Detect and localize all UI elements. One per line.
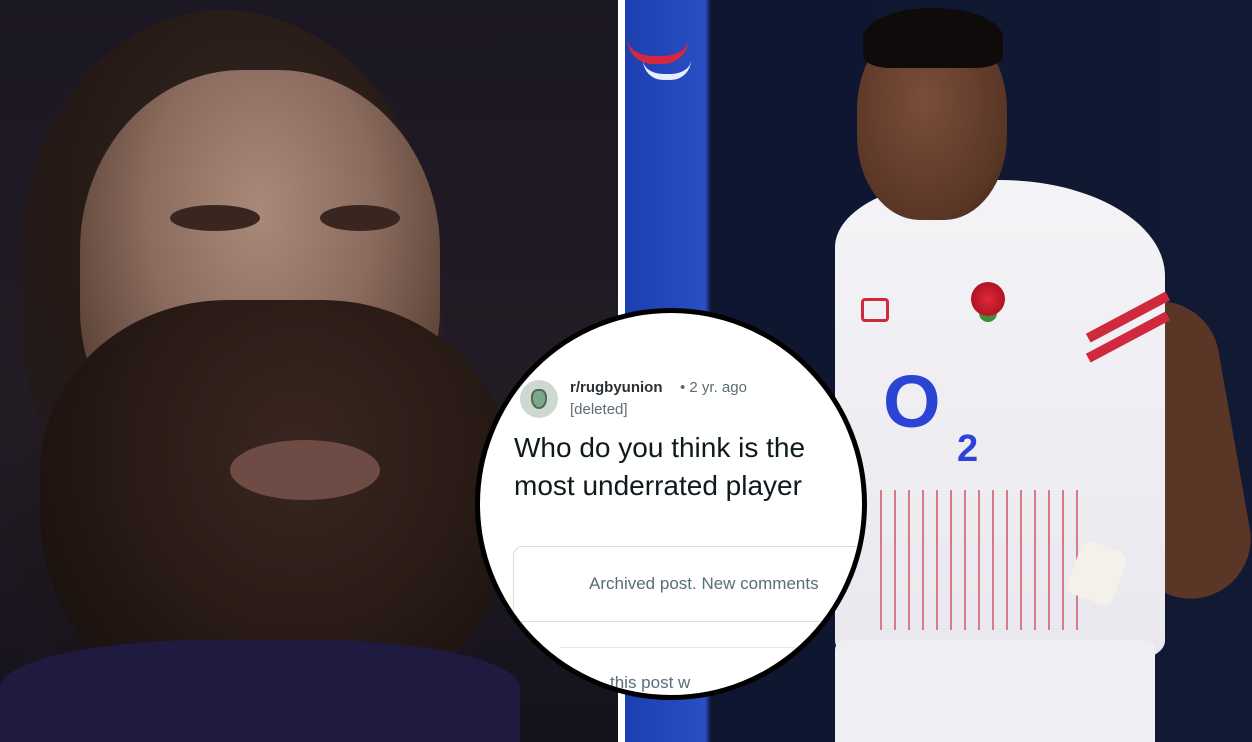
footer-text: this post w (610, 673, 691, 692)
reddit-post-inset: r/rugbyunion • 2 yr. ago [deleted] Who d… (475, 308, 867, 700)
player-shorts (835, 640, 1155, 742)
umbro-diamond-icon (861, 298, 889, 322)
post-age: • 2 yr. ago (680, 379, 747, 396)
red-rose-icon (971, 282, 1005, 316)
divider-line (560, 647, 820, 648)
post-author: [deleted] (570, 401, 628, 418)
jersey-pattern (880, 490, 1090, 630)
stadium-logo-white-swoosh (643, 60, 691, 80)
sponsor-logo-subscript: 2 (957, 428, 979, 470)
player-right-brow (320, 205, 400, 231)
player-left-brow (170, 205, 260, 231)
player-jersey (0, 640, 520, 742)
archived-notice: Archived post. New comments (589, 574, 819, 593)
player-mouth (230, 440, 380, 500)
post-title[interactable]: Who do you think is the most underrated … (514, 429, 862, 505)
avatar-mark (531, 389, 547, 409)
player-hair (863, 8, 1003, 68)
subreddit-avatar-icon[interactable] (520, 380, 558, 418)
post-title-line1: Who do you think is the (514, 432, 806, 463)
sponsor-logo: O (883, 360, 941, 443)
post-title-line2: most underrated player (514, 470, 802, 501)
archived-banner: Archived post. New comments (513, 546, 862, 622)
subreddit-link[interactable]: r/rugbyunion (570, 379, 663, 396)
